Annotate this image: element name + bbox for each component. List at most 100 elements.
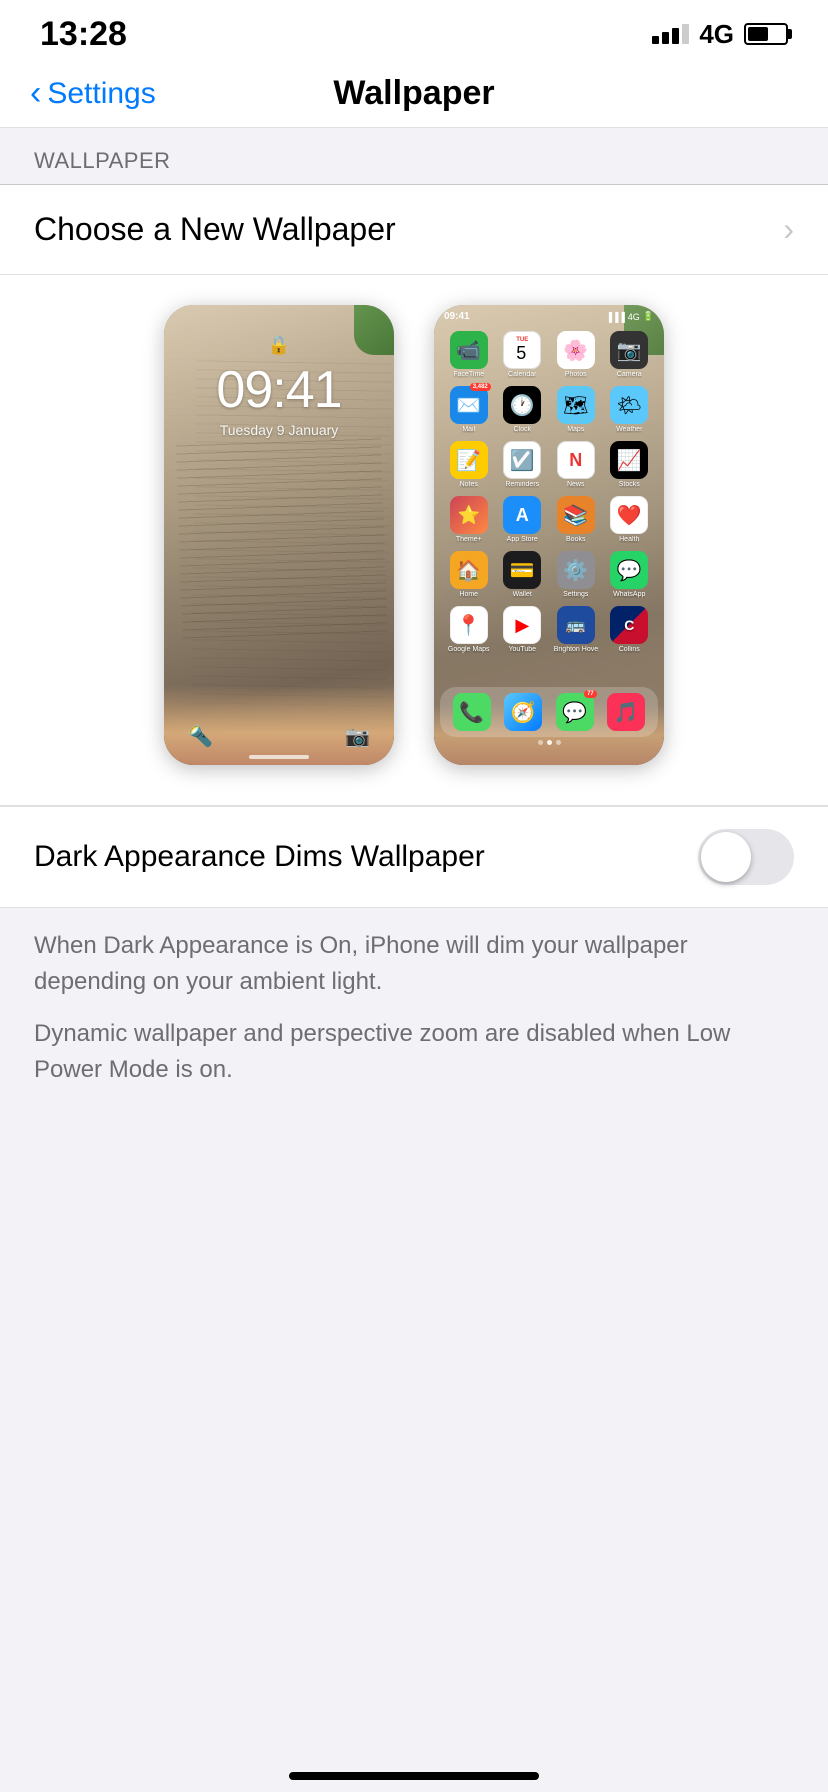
health-icon: ❤️ — [610, 496, 648, 534]
lock-time: 09:41 — [216, 360, 341, 420]
youtube-icon: ▶ — [503, 606, 541, 644]
app-mail[interactable]: ✉️ 3,482 Mail — [446, 386, 492, 433]
app-appstore[interactable]: A App Store — [500, 496, 546, 543]
stocks-label: Stocks — [619, 481, 640, 488]
choose-wallpaper-label: Choose a New Wallpaper — [34, 211, 396, 248]
whatsapp-label: WhatsApp — [613, 591, 645, 598]
youtube-label: YouTube — [508, 646, 536, 653]
home-indicator — [289, 1772, 539, 1780]
news-label: News — [567, 481, 585, 488]
app-notes[interactable]: 📝 Notes — [446, 441, 492, 488]
home-time-small: 09:41 — [444, 311, 470, 322]
settings-label: Settings — [563, 591, 588, 598]
lock-bottom-icons: 🔦 📷 — [164, 724, 394, 749]
app-collins[interactable]: C Collins — [607, 606, 653, 653]
choose-wallpaper-item[interactable]: Choose a New Wallpaper › — [0, 185, 828, 275]
theme-store-label: Theme+ — [456, 536, 482, 543]
clock-icon: 🕐 — [503, 386, 541, 424]
home-network-icon: 4G — [628, 312, 640, 322]
app-maps[interactable]: 🗺 Maps — [553, 386, 599, 433]
home-status-bar: 09:41 ▐▐▐ 4G 🔋 — [434, 305, 664, 322]
collins-icon: C — [610, 606, 648, 644]
signal-bars-icon — [652, 24, 689, 44]
notes-label: Notes — [460, 481, 478, 488]
facetime-icon: 📹 — [450, 331, 488, 369]
app-brighton[interactable]: 🚌 Brighton Hove — [553, 606, 599, 653]
brighton-icon: 🚌 — [557, 606, 595, 644]
theme-store-icon: ⭐ — [450, 496, 488, 534]
wallet-label: Wallet — [513, 591, 532, 598]
lock-screen-overlay: 🔒 09:41 Tuesday 9 January — [164, 305, 394, 765]
app-whatsapp[interactable]: 💬 WhatsApp — [607, 551, 653, 598]
description-section: When Dark Appearance is On, iPhone will … — [0, 908, 828, 1124]
app-youtube[interactable]: ▶ YouTube — [500, 606, 546, 653]
wallpaper-previews: 🔒 09:41 Tuesday 9 January 🔦 📷 09:41 ▐▐▐ — [0, 275, 828, 806]
app-facetime[interactable]: 📹 FaceTime — [446, 331, 492, 378]
camera-label: Camera — [617, 371, 642, 378]
calendar-icon: TUE5 — [503, 331, 541, 369]
dock: 📞 🧭 💬 77 🎵 — [440, 687, 658, 737]
lock-date: Tuesday 9 January — [220, 422, 339, 438]
dock-phone[interactable]: 📞 — [453, 693, 491, 731]
app-camera[interactable]: 📷 Camera — [607, 331, 653, 378]
home-screen-preview[interactable]: 09:41 ▐▐▐ 4G 🔋 📹 FaceTime TUE5 Calendar … — [434, 305, 664, 765]
messages-badge: 77 — [584, 690, 597, 698]
lock-home-indicator — [249, 755, 309, 759]
dock-music[interactable]: 🎵 — [607, 693, 645, 731]
home-app-icon: 🏠 — [450, 551, 488, 589]
camera-icon: 📷 — [345, 724, 370, 749]
news-icon: N — [557, 441, 595, 479]
app-google-maps[interactable]: 📍 Google Maps — [446, 606, 492, 653]
app-theme-store[interactable]: ⭐ Theme+ — [446, 496, 492, 543]
dock-safari[interactable]: 🧭 — [504, 693, 542, 731]
status-bar: 13:28 4G — [0, 0, 828, 60]
home-status-icons: ▐▐▐ 4G 🔋 — [606, 311, 654, 322]
mail-label: Mail — [462, 426, 475, 433]
photos-label: Photos — [565, 371, 587, 378]
google-maps-icon: 📍 — [450, 606, 488, 644]
maps-label: Maps — [567, 426, 584, 433]
flashlight-icon: 🔦 — [188, 724, 213, 749]
section-header-text: WALLPAPER — [34, 148, 171, 173]
description-text-1: When Dark Appearance is On, iPhone will … — [34, 928, 794, 1000]
app-photos[interactable]: 🌸 Photos — [553, 331, 599, 378]
health-label: Health — [619, 536, 639, 543]
lock-screen-preview[interactable]: 🔒 09:41 Tuesday 9 January 🔦 📷 — [164, 305, 394, 765]
dot-3 — [556, 740, 561, 745]
app-books[interactable]: 📚 Books — [553, 496, 599, 543]
signal-bar-4 — [682, 24, 689, 44]
dark-appearance-toggle[interactable] — [698, 829, 794, 885]
mail-icon: ✉️ 3,482 — [450, 386, 488, 424]
section-header: WALLPAPER — [0, 128, 828, 185]
app-health[interactable]: ❤️ Health — [607, 496, 653, 543]
nav-bar: ‹ Settings Wallpaper — [0, 60, 828, 128]
app-reminders[interactable]: ☑️ Reminders — [500, 441, 546, 488]
weather-label: Weather — [616, 426, 642, 433]
calendar-label: Calendar — [508, 371, 536, 378]
appstore-icon: A — [503, 496, 541, 534]
chevron-right-icon: › — [783, 211, 794, 248]
page-dots — [434, 740, 664, 745]
dock-messages[interactable]: 💬 77 — [556, 693, 594, 731]
app-calendar[interactable]: TUE5 Calendar — [500, 331, 546, 378]
battery-fill — [748, 27, 768, 41]
status-icons: 4G — [652, 19, 788, 50]
app-home-app[interactable]: 🏠 Home — [446, 551, 492, 598]
app-settings[interactable]: ⚙️ Settings — [553, 551, 599, 598]
app-wallet[interactable]: 💳 Wallet — [500, 551, 546, 598]
battery-icon — [744, 23, 788, 45]
status-time: 13:28 — [40, 15, 127, 54]
dot-2 — [547, 740, 552, 745]
brighton-label: Brighton Hove — [554, 646, 598, 653]
signal-type: 4G — [699, 19, 734, 50]
back-label: Settings — [47, 77, 155, 111]
app-stocks[interactable]: 📈 Stocks — [607, 441, 653, 488]
app-clock[interactable]: 🕐 Clock — [500, 386, 546, 433]
page-title: Wallpaper — [333, 74, 494, 113]
back-button[interactable]: ‹ Settings — [30, 77, 156, 111]
home-app-label: Home — [459, 591, 478, 598]
dot-1 — [538, 740, 543, 745]
clock-label: Clock — [513, 426, 531, 433]
app-news[interactable]: N News — [553, 441, 599, 488]
app-weather[interactable]: 🌤 Weather — [607, 386, 653, 433]
